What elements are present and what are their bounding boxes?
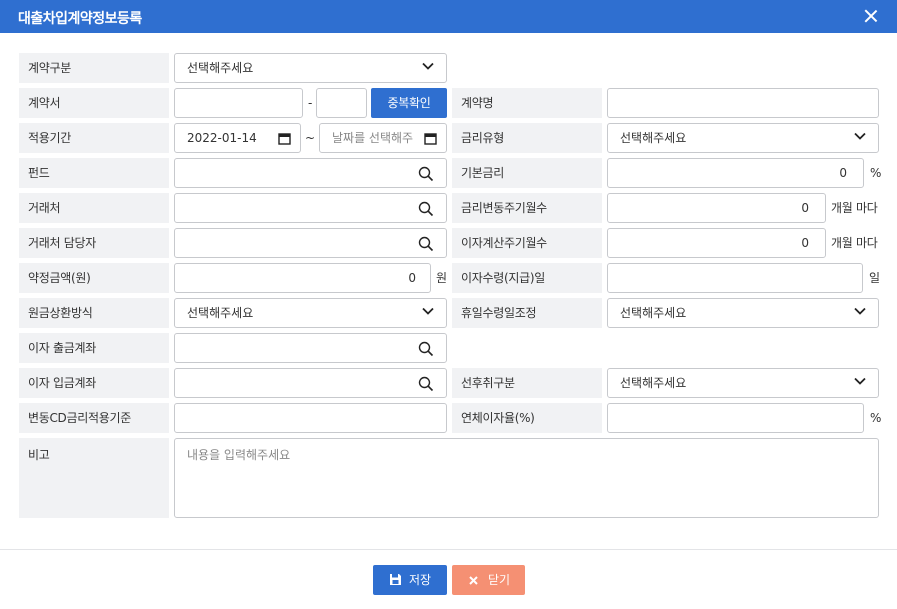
repayment-method-select[interactable]: 선택해주세요 (174, 298, 447, 328)
close-icon[interactable] (864, 9, 878, 23)
rate-type-value: 선택해주세요 (620, 131, 687, 145)
period-end-placeholder: 날짜를 선택해주 (332, 131, 414, 145)
interest-receipt-day-input[interactable] (607, 263, 863, 293)
rate-change-cycle-value: 0 (801, 201, 809, 215)
interest-calc-cycle-value: 0 (801, 236, 809, 250)
interest-calc-cycle-unit: 개월 마다 (831, 236, 878, 250)
contract-amount-value: 0 (408, 271, 416, 285)
period-start-input[interactable]: 2022-01-14 (174, 123, 301, 153)
overdue-rate-input[interactable] (607, 403, 864, 433)
rate-type-select[interactable]: 선택해주세요 (607, 123, 879, 153)
interest-out-account-search-input[interactable] (174, 333, 447, 363)
chevron-down-icon (854, 377, 866, 385)
search-icon[interactable] (418, 166, 434, 182)
footer-divider (0, 549, 897, 550)
close-button[interactable]: 닫기 (452, 565, 525, 595)
chevron-down-icon (854, 132, 866, 140)
contract-amount-label: 약정금액(원) (19, 263, 169, 293)
holiday-adjust-label: 휴일수령일조정 (452, 298, 602, 328)
base-rate-label: 기본금리 (452, 158, 602, 188)
calendar-icon[interactable] (278, 132, 291, 145)
interest-in-account-label: 이자 입금계좌 (19, 368, 169, 398)
counterparty-manager-label: 거래처 담당자 (19, 228, 169, 258)
contract-no-input-1[interactable] (174, 88, 303, 118)
holiday-adjust-select[interactable]: 선택해주세요 (607, 298, 879, 328)
repayment-method-label: 원금상환방식 (19, 298, 169, 328)
chevron-down-icon (422, 307, 434, 315)
priority-type-value: 선택해주세요 (620, 376, 687, 390)
rate-change-cycle-input[interactable]: 0 (607, 193, 826, 223)
contract-amount-input[interactable]: 0 (174, 263, 431, 293)
interest-in-account-search-input[interactable] (174, 368, 447, 398)
interest-out-account-label: 이자 출금계좌 (19, 333, 169, 363)
close-label: 닫기 (488, 573, 511, 587)
cd-rate-basis-label: 변동CD금리적용기준 (19, 403, 169, 433)
x-icon (469, 576, 478, 585)
fund-search-input[interactable] (174, 158, 447, 188)
overdue-rate-unit: % (870, 411, 882, 425)
remarks-placeholder: 내용을 입력해주세요 (187, 448, 291, 462)
dialog-title: 대출차입계약정보등록 (18, 11, 142, 27)
rate-change-cycle-label: 금리변동주기월수 (452, 193, 602, 223)
interest-receipt-day-unit: 일 (869, 271, 880, 285)
rate-type-label: 금리유형 (452, 123, 602, 153)
search-icon[interactable] (418, 341, 434, 357)
calendar-icon[interactable] (424, 132, 437, 145)
apply-period-label: 적용기간 (19, 123, 169, 153)
contract-name-input[interactable] (607, 88, 879, 118)
period-separator: ~ (305, 131, 315, 145)
repayment-method-value: 선택해주세요 (187, 306, 254, 320)
interest-receipt-day-label: 이자수령(지급)일 (452, 263, 602, 293)
dialog-titlebar: 대출차입계약정보등록 (0, 0, 897, 33)
remarks-label: 비고 (19, 438, 169, 518)
holiday-adjust-value: 선택해주세요 (620, 306, 687, 320)
duplicate-check-button[interactable]: 중복확인 (371, 88, 447, 118)
base-rate-value: 0 (839, 166, 847, 180)
overdue-rate-label: 연체이자율(%) (452, 403, 602, 433)
save-button[interactable]: 저장 (373, 565, 447, 595)
search-icon[interactable] (418, 201, 434, 217)
contract-type-select[interactable]: 선택해주세요 (174, 53, 447, 83)
search-icon[interactable] (418, 376, 434, 392)
remarks-textarea[interactable]: 내용을 입력해주세요 (174, 438, 879, 518)
period-start-value: 2022-01-14 (187, 131, 257, 145)
interest-calc-cycle-input[interactable]: 0 (607, 228, 826, 258)
interest-calc-cycle-label: 이자계산주기월수 (452, 228, 602, 258)
period-end-input[interactable]: 날짜를 선택해주 (319, 123, 447, 153)
base-rate-input[interactable]: 0 (607, 158, 864, 188)
save-label: 저장 (409, 573, 432, 587)
priority-type-label: 선후취구분 (452, 368, 602, 398)
rate-change-cycle-unit: 개월 마다 (831, 201, 878, 215)
chevron-down-icon (854, 307, 866, 315)
fund-label: 펀드 (19, 158, 169, 188)
contract-no-label: 계약서 (19, 88, 169, 118)
contract-type-label: 계약구분 (19, 53, 169, 83)
contract-no-separator: - (308, 96, 313, 110)
cd-rate-basis-input[interactable] (174, 403, 447, 433)
base-rate-unit: % (870, 166, 882, 180)
priority-type-select[interactable]: 선택해주세요 (607, 368, 879, 398)
counterparty-manager-search-input[interactable] (174, 228, 447, 258)
counterparty-search-input[interactable] (174, 193, 447, 223)
contract-amount-unit: 원 (436, 271, 447, 285)
search-icon[interactable] (418, 236, 434, 252)
contract-name-label: 계약명 (452, 88, 602, 118)
save-icon (390, 574, 401, 585)
counterparty-label: 거래처 (19, 193, 169, 223)
contract-type-value: 선택해주세요 (187, 61, 254, 75)
contract-no-input-2[interactable] (316, 88, 367, 118)
chevron-down-icon (422, 62, 434, 70)
